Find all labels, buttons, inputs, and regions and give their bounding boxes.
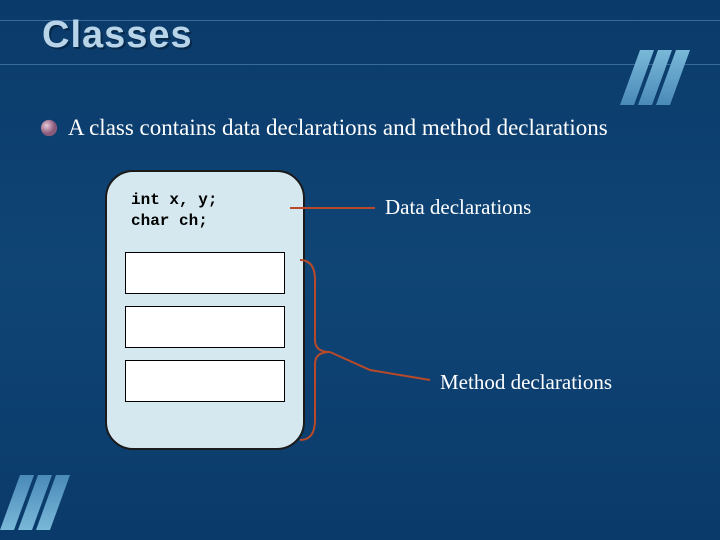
connector-data <box>0 0 720 540</box>
label-data-declarations: Data declarations <box>385 195 531 220</box>
label-method-declarations: Method declarations <box>440 370 612 395</box>
